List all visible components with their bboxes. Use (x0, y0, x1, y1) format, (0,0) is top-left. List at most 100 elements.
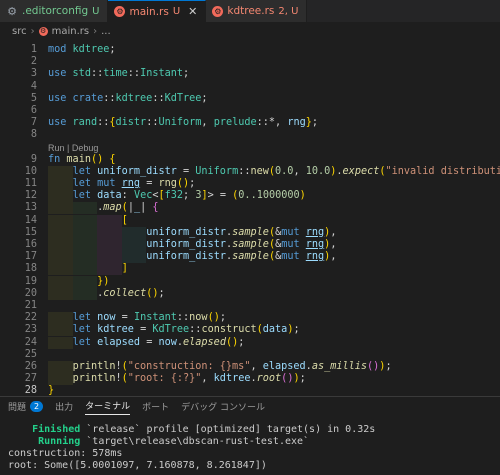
code-text: .collect(); (97, 287, 165, 299)
code-line[interactable]: 6 (0, 105, 500, 117)
code-editor[interactable]: Run | Debug 1 mod kdtree; 2 3 use std::time::… (0, 40, 500, 404)
line-number: 14 (24, 214, 37, 226)
line-number: 16 (24, 239, 37, 250)
code-line[interactable]: 16 uniform_distr.sample(&mut rng), (0, 239, 500, 251)
line-number: 8 (30, 129, 37, 141)
line-number: 1 (30, 44, 37, 55)
tab-label: .editorconfig (22, 5, 89, 17)
code-line[interactable]: 27 println!("root: {:?}", kdtree.root())… (0, 373, 500, 386)
terminal-indent (8, 436, 38, 447)
terminal-text: construction: 578ms (8, 448, 123, 459)
panel-tabs: 問題 2 出力 ターミナル ポート デバッグ コンソール (0, 397, 500, 415)
code-line[interactable]: 4 (0, 81, 500, 93)
tab-main-rs[interactable]: ⚙ main.rs U ✕ (108, 0, 207, 22)
line-number: 3 (30, 68, 37, 80)
code-line[interactable]: 10 let uniform_distr = Uniform::new(0.0,… (0, 165, 500, 178)
code-text: use rand::{distr::Uniform, prelude::*, r… (48, 117, 319, 129)
line-number: 21 (24, 300, 37, 311)
code-text: uniform_distr.sample(&mut rng), (146, 239, 337, 250)
code-line[interactable]: 8 (0, 129, 500, 141)
tab-label: ターミナル (85, 402, 131, 412)
code-line[interactable]: 1 mod kdtree; (0, 44, 500, 56)
code-text: [ (121, 214, 128, 226)
close-icon[interactable]: ✕ (188, 5, 197, 18)
line-number: 18 (24, 263, 37, 275)
tab-label: main.rs (129, 5, 169, 18)
code-line[interactable]: 14 [ (0, 214, 500, 227)
line-number: 10 (24, 165, 37, 177)
rust-icon: ⚙ (114, 6, 126, 17)
code-line[interactable]: 20 .collect(); (0, 287, 500, 300)
terminal-line: construction: 578ms (8, 448, 500, 460)
code-text: .map(|_| { (97, 202, 159, 214)
code-text: use std::time::Instant; (48, 68, 190, 80)
terminal-line: Running `target\release\dbscan-rust-test… (8, 436, 500, 448)
code-line[interactable]: 13 .map(|_| { (0, 202, 500, 215)
tab-status: 2, U (278, 5, 299, 17)
tab-status: U (92, 5, 100, 17)
chevron-right-icon: › (93, 25, 98, 37)
code-line[interactable]: 9 fn main() { (0, 154, 500, 166)
line-number: 17 (24, 251, 37, 263)
line-number: 27 (24, 373, 37, 385)
tab-status: U (172, 6, 181, 17)
code-line[interactable]: 11 let mut rng = rng(); (0, 178, 500, 190)
code-text: uniform_distr.sample(&mut rng), (146, 251, 337, 263)
code-text: let kdtree = KdTree::construct(data); (72, 324, 300, 336)
code-text: mod kdtree; (48, 44, 116, 55)
bottom-panel: 問題 2 出力 ターミナル ポート デバッグ コンソール Finished `r… (0, 396, 500, 475)
tab-label: デバッグ コンソール (181, 402, 266, 413)
code-line[interactable]: 19 }) (0, 275, 500, 288)
rust-icon: ⚙ (212, 5, 224, 17)
tab-kdtree-rs[interactable]: ⚙ kdtree.rs 2, U (206, 0, 308, 22)
breadcrumb-folder[interactable]: src (12, 26, 27, 37)
line-number: 6 (30, 105, 37, 116)
tab-label: ポート (142, 402, 170, 413)
breadcrumb-more[interactable]: ... (101, 26, 111, 37)
code-line[interactable]: 7 use rand::{distr::Uniform, prelude::*, … (0, 117, 500, 129)
code-line[interactable]: 15 uniform_distr.sample(&mut rng), (0, 226, 500, 239)
code-text: println!("root: {:?}", kdtree.root()); (72, 373, 306, 385)
code-line[interactable]: 23 let kdtree = KdTree::construct(data); (0, 324, 500, 337)
terminal-text: root: Some([5.0001097, 7.160878, 8.26184… (8, 460, 267, 471)
code-line[interactable]: 12 let data: Vec<[f32; 3]> = (0..1000000… (0, 190, 500, 203)
code-text: let elapsed = now.elapsed(); (72, 336, 245, 348)
tab-problems[interactable]: 問題 2 (8, 397, 44, 415)
terminal-status: Finished (32, 424, 81, 435)
code-line[interactable]: 25 (0, 349, 500, 361)
editor-tab-bar: ⚙ .editorconfig U ⚙ main.rs U ✕ ⚙ kdtree… (0, 0, 500, 22)
codelens-run-debug[interactable]: Run | Debug (48, 142, 98, 154)
code-line[interactable]: 18 ] (0, 263, 500, 276)
terminal-text: `target\release\dbscan-rust-test.exe` (80, 436, 310, 447)
tab-editorconfig[interactable]: ⚙ .editorconfig U (0, 0, 109, 22)
code-line[interactable]: 3 use std::time::Instant; (0, 68, 500, 80)
tab-ports[interactable]: ポート (142, 397, 169, 415)
code-line[interactable]: 24 let elapsed = now.elapsed(); (0, 336, 500, 349)
line-number: 13 (24, 202, 37, 214)
code-line[interactable]: 17 uniform_distr.sample(&mut rng), (0, 251, 500, 264)
tab-terminal[interactable]: ターミナル (85, 397, 131, 415)
tab-output[interactable]: 出力 (55, 397, 73, 415)
line-number: 5 (30, 92, 37, 104)
code-line[interactable]: 21 (0, 300, 500, 312)
gear-icon: ⚙ (7, 4, 17, 18)
code-text: let data: Vec<[f32; 3]> = (0..1000000) (72, 190, 306, 202)
line-number: 12 (24, 190, 37, 202)
line-number: 4 (30, 80, 37, 92)
code-text: let uniform_distr = Uniform::new(0.0, 10… (72, 165, 500, 177)
terminal-text: `release` profile [optimized] target(s) … (80, 424, 376, 435)
code-line[interactable]: 26 println!("construction: {}ms", elapse… (0, 361, 500, 373)
code-line[interactable]: 2 (0, 56, 500, 68)
breadcrumb: src › ⚙ main.rs › ... (0, 22, 500, 40)
code-line[interactable]: 22 let now = Instant::now(); (0, 312, 500, 325)
rust-icon: ⚙ (38, 26, 48, 36)
tab-label: 問題 (8, 402, 27, 413)
code-line[interactable]: 5 use crate::kdtree::KdTree; (0, 93, 500, 105)
breadcrumb-file[interactable]: main.rs (52, 26, 90, 37)
line-number: 19 (24, 275, 37, 287)
line-number: 11 (24, 178, 37, 189)
terminal-indent (8, 424, 32, 435)
line-number: 9 (30, 153, 37, 165)
terminal-output[interactable]: Finished `release` profile [optimized] t… (0, 415, 500, 472)
tab-debug-console[interactable]: デバッグ コンソール (181, 397, 265, 415)
